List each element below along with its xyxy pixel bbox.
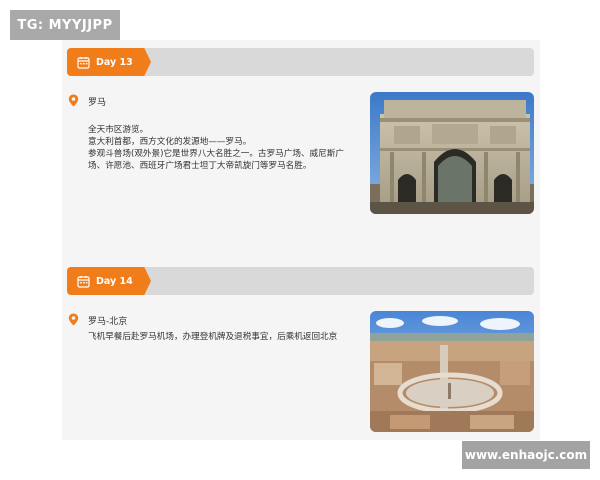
day-label: Day 14 [96, 275, 133, 287]
day-description: 飞机早餐后赴罗马机场，办理登机牌及退税事宜，后乘机返回北京 [88, 331, 360, 343]
vatican-aerial-photo [370, 311, 534, 432]
description-line: 全天市区游览。 [88, 125, 149, 135]
day-description: 全天市区游览。 意大利首都，西方文化的发源地——罗马。 参观斗兽场(观外景)它是… [88, 124, 360, 172]
location-pin-icon [68, 313, 79, 326]
arch-of-constantine-photo [370, 92, 534, 214]
description-line: 飞机早餐后赴罗马机场，办理登机牌及退税事宜，后乘机返回北京 [88, 332, 338, 342]
watermark-tg: TG: MYYJJPP [10, 10, 120, 40]
day-tab-14: Day 14 [67, 267, 151, 295]
description-line: 意大利首都，西方文化的发源地——罗马。 [88, 137, 252, 147]
place-name: 罗马 [88, 98, 107, 108]
day-tab-13: Day 13 [67, 48, 151, 76]
calendar-icon [77, 56, 90, 69]
day-header-13: Day 13 [67, 48, 534, 76]
day-label: Day 13 [96, 56, 133, 68]
description-line: 参观斗兽场(观外景)它是世界八大名胜之一。古罗马广场、威尼斯广 [88, 149, 344, 159]
description-line: 场、许愿池、西班牙广场君士坦丁大帝凯旋门等罗马名胜。 [88, 161, 312, 171]
place-name: 罗马-北京 [88, 317, 128, 327]
day-header-14: Day 14 [67, 267, 534, 295]
location-pin-icon [68, 94, 79, 107]
watermark-site: www.enhaojc.com [462, 441, 590, 469]
calendar-icon [77, 275, 90, 288]
